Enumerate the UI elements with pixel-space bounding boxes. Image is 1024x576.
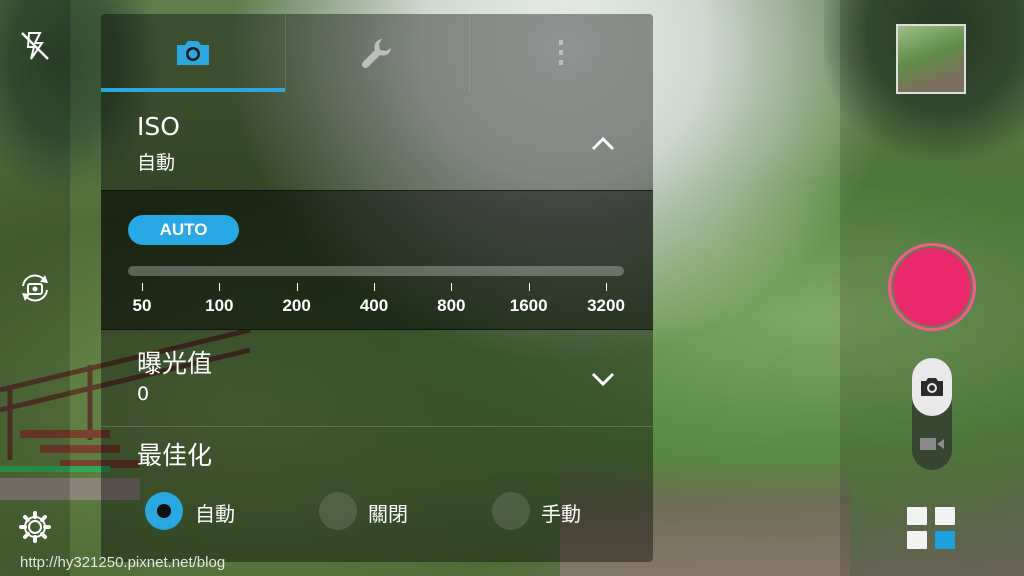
tab-camera-settings[interactable]: [101, 14, 285, 92]
iso-slider-panel: AUTO 50 100 200 400 800 1600 3200: [101, 190, 653, 330]
capture-mode-switch[interactable]: [912, 358, 952, 470]
iso-tick-mark: [528, 283, 530, 291]
chevron-down-icon[interactable]: [589, 369, 617, 389]
settings-gear-icon[interactable]: [16, 508, 54, 546]
chevron-up-icon[interactable]: [589, 134, 617, 154]
iso-tick-label[interactable]: 50: [133, 296, 152, 316]
iso-tick-label[interactable]: 800: [437, 296, 465, 316]
camera-settings-panel: ISO 自動 AUTO 50 100 200 400 800 1600 3200 曝光值 0…: [101, 14, 653, 562]
optimize-option-manual-label[interactable]: 手動: [541, 498, 581, 527]
iso-tick-mark: [374, 283, 375, 291]
photo-mode-icon[interactable]: [912, 358, 952, 416]
optimize-options: 自動 關閉 手動: [101, 486, 653, 536]
iso-tick-label[interactable]: 200: [282, 296, 310, 316]
iso-tick-mark: [606, 283, 607, 291]
more-vert-icon: [559, 40, 563, 65]
iso-tick-label[interactable]: 400: [360, 296, 388, 316]
camera-icon: [177, 41, 209, 65]
optimize-title: 最佳化: [137, 441, 213, 470]
tab-more-options[interactable]: [469, 14, 653, 92]
iso-tick-label[interactable]: 3200: [587, 296, 625, 316]
iso-tick-label[interactable]: 100: [205, 296, 233, 316]
iso-tick-mark: [296, 283, 298, 291]
iso-tick-label[interactable]: 1600: [510, 296, 548, 316]
tab-tools[interactable]: [285, 14, 469, 92]
optimize-radio-auto[interactable]: [145, 492, 183, 530]
iso-setting-header[interactable]: ISO 自動: [101, 92, 653, 190]
optimize-radio-off[interactable]: [319, 492, 357, 530]
switch-camera-icon[interactable]: [16, 269, 54, 307]
exposure-current-value: 0: [137, 383, 150, 405]
video-mode-icon[interactable]: [912, 420, 952, 468]
settings-tabs: [101, 14, 653, 92]
optimize-radio-manual[interactable]: [492, 492, 530, 530]
modes-grid-icon[interactable]: [907, 507, 957, 549]
shutter-button[interactable]: [888, 243, 976, 331]
iso-title: ISO: [137, 112, 180, 141]
iso-auto-button[interactable]: AUTO: [128, 215, 239, 245]
wrench-icon: [361, 39, 391, 69]
iso-slider-track[interactable]: [128, 266, 624, 276]
iso-tick-mark: [451, 283, 453, 291]
gallery-thumbnail[interactable]: [896, 24, 966, 94]
optimize-option-off-label[interactable]: 關閉: [368, 498, 408, 527]
iso-current-value: 自動: [137, 152, 176, 174]
iso-tick-mark: [219, 283, 221, 291]
watermark-text: http://hy321250.pixnet.net/blog: [20, 554, 226, 571]
flash-off-icon[interactable]: [16, 27, 54, 65]
iso-tick-mark: [142, 283, 143, 291]
exposure-title: 曝光值: [137, 349, 213, 378]
left-control-rail: [0, 0, 70, 576]
optimize-option-auto-label[interactable]: 自動: [195, 498, 235, 527]
exposure-setting-header[interactable]: 曝光值 0: [101, 329, 653, 425]
